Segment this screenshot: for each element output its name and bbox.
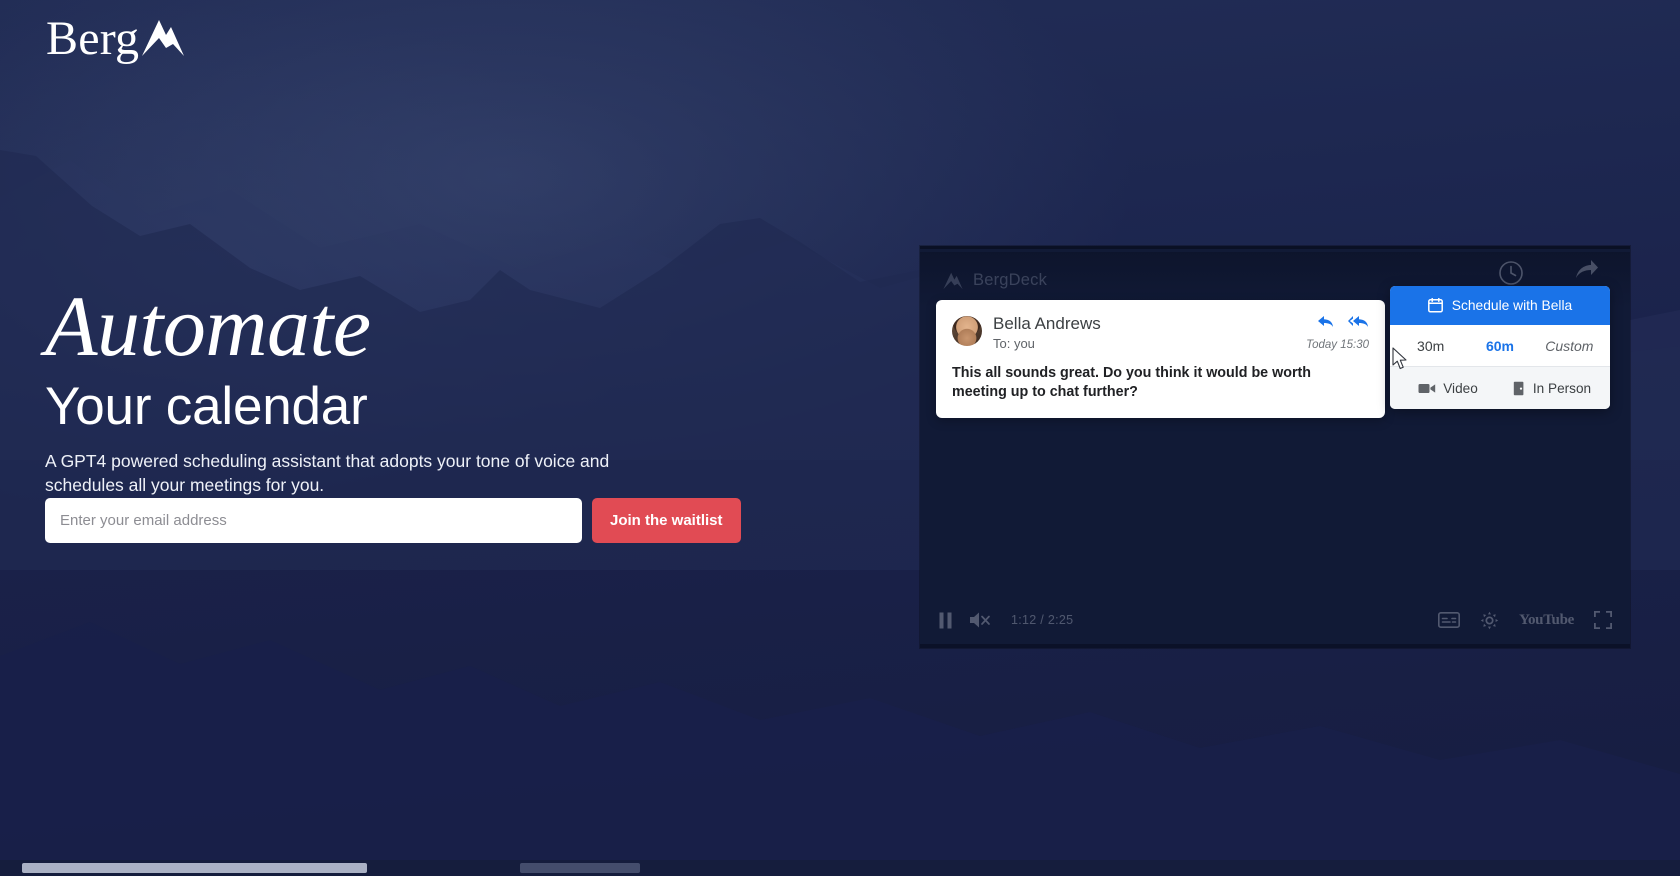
door-icon [1513,381,1524,395]
reply-all-icon[interactable] [1348,314,1369,334]
avatar [952,316,982,346]
video-player[interactable]: BergDeck Bella Andrews To: you Today 15:… [920,246,1630,648]
horizontal-scrollbar[interactable] [0,860,1680,876]
schedule-widget: Schedule with Bella 30m 60m Custom Video [1390,286,1610,409]
mode-option-in-person[interactable]: In Person [1500,381,1604,396]
email-sender-block: Bella Andrews To: you [993,314,1101,351]
email-body: This all sounds great. Do you think it w… [952,365,1312,400]
mode-label-video: Video [1443,380,1478,396]
share-icon[interactable] [1574,258,1600,289]
reply-icon[interactable] [1317,314,1334,334]
gear-icon[interactable] [1480,611,1499,630]
mountain-icon [943,272,963,289]
join-waitlist-button[interactable]: Join the waitlist [592,498,741,543]
player-controls-right: YouTube [1438,611,1612,630]
mode-label-in-person: In Person [1532,380,1592,396]
duration-option-60m[interactable]: 60m [1465,338,1534,354]
email-field[interactable] [45,498,582,543]
player-bottom-edge [920,644,1630,648]
page-title-plain: Your calendar [45,376,368,436]
email-card: Bella Andrews To: you Today 15:30 This a… [936,300,1385,418]
schedule-header-label: Schedule with Bella [1451,298,1573,313]
email-sender-name: Bella Andrews [993,314,1101,333]
playback-time: 1:12 / 2:25 [1011,613,1074,627]
landing-page: Berg Automate Your calendar A GPT4 power… [0,0,1680,876]
hero-subtitle: A GPT4 powered scheduling assistant that… [45,451,610,495]
mode-option-video[interactable]: Video [1396,381,1500,396]
mountain-icon [142,20,185,56]
scrollbar-segment[interactable] [520,863,640,873]
scrollbar-thumb[interactable] [22,863,367,873]
email-header: Bella Andrews To: you Today 15:30 [952,314,1369,351]
player-controls: 1:12 / 2:25 YouTube [920,600,1630,640]
video-camera-icon [1418,383,1436,393]
page-title-italic: Automate [45,278,371,374]
schedule-header[interactable]: Schedule with Bella [1390,286,1610,325]
hero-section: Automate Your calendar A GPT4 powered sc… [45,278,745,497]
volume-muted-icon[interactable] [969,611,991,629]
duration-option-custom[interactable]: Custom [1535,338,1604,354]
youtube-logo[interactable]: YouTube [1519,612,1574,629]
fullscreen-icon[interactable] [1594,611,1612,629]
pause-icon[interactable] [938,612,953,629]
waitlist-form: Join the waitlist [45,498,741,543]
duration-row: 30m 60m Custom [1390,325,1610,367]
video-title: BergDeck [973,270,1048,289]
brand-name: Berg [46,12,140,65]
calendar-icon [1427,298,1443,313]
player-top-edge [920,246,1630,249]
duration-option-30m[interactable]: 30m [1396,338,1465,354]
mode-row: Video In Person [1390,367,1610,409]
email-timestamp: Today 15:30 [1306,339,1369,351]
subtitles-icon[interactable] [1438,612,1461,628]
email-recipient: To: you [993,335,1035,351]
brand-logo[interactable]: Berg [46,14,187,64]
email-actions: Today 15:30 [1306,314,1369,351]
